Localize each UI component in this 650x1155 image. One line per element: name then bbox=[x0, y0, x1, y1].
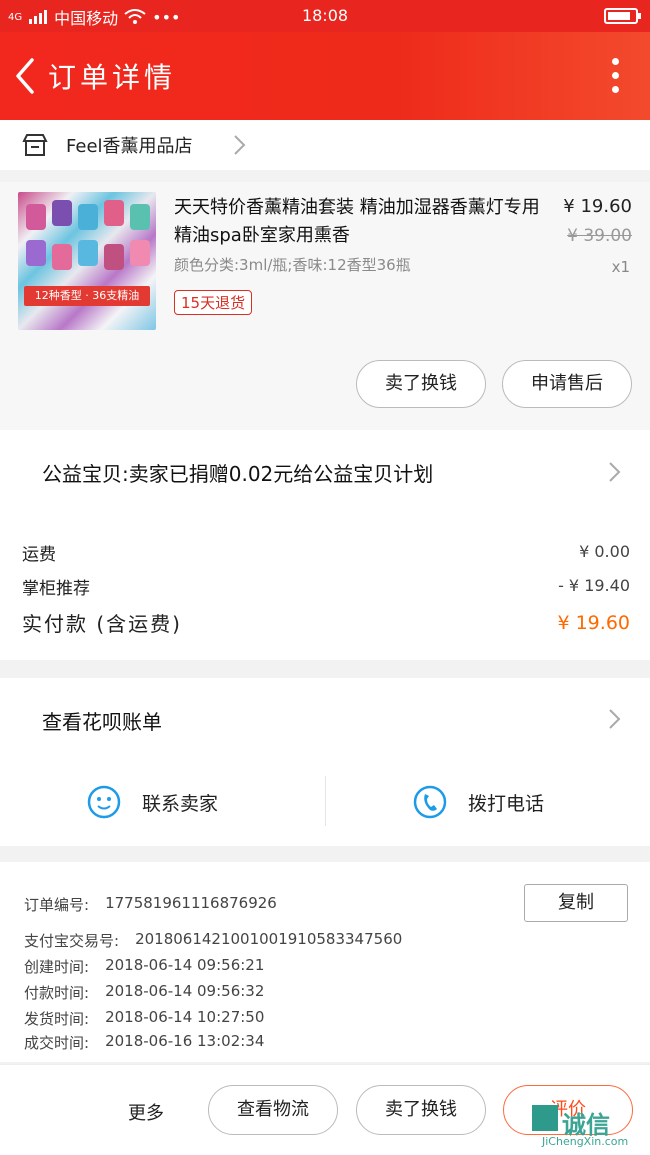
product-title[interactable]: 天天特价香薰精油套装 精油加湿器香薰灯专用精油spa卧室家用熏香 bbox=[174, 194, 554, 250]
product-spec: 颜色分类:3ml/瓶;香味:12香型36瓶 bbox=[174, 256, 411, 274]
paid-label: 实付款 (含运费) bbox=[22, 612, 182, 636]
order-number-row: 订单编号: 177581961116876926 bbox=[24, 894, 277, 915]
created-time-row: 创建时间: 2018-06-14 09:56:21 bbox=[24, 956, 264, 977]
phone-icon bbox=[413, 785, 447, 819]
watermark: 诚信 JiChengXin.com bbox=[532, 1105, 644, 1153]
order-info-section: 订单编号: 177581961116876926 复制 支付宝交易号: 2018… bbox=[0, 862, 650, 1062]
chat-icon bbox=[87, 785, 121, 819]
shipped-time-label: 发货时间: bbox=[24, 1010, 90, 1028]
page-title: 订单详情 bbox=[48, 61, 177, 94]
product-price: ¥ 19.60 bbox=[563, 196, 632, 217]
shipped-time-row: 发货时间: 2018-06-14 10:27:50 bbox=[24, 1008, 264, 1029]
alipay-trade-label: 支付宝交易号: bbox=[24, 932, 120, 950]
shipping-value: ¥ 0.00 bbox=[579, 542, 630, 561]
more-menu-icon[interactable] bbox=[612, 58, 620, 94]
charity-text[interactable]: 公益宝贝:卖家已捐赠0.02元给公益宝贝计划 bbox=[42, 458, 433, 487]
watermark-logo bbox=[532, 1105, 558, 1131]
discount-label: 掌柜推荐 bbox=[22, 579, 90, 599]
chevron-right-icon bbox=[234, 135, 246, 155]
battery-icon bbox=[604, 8, 641, 24]
bottom-action-bar: 更多 查看物流 卖了换钱 评价 诚信 JiChengXin.com bbox=[0, 1064, 650, 1155]
alipay-trade-row: 支付宝交易号: 2018061421001001910583347560 bbox=[24, 930, 402, 951]
call-label: 拨打电话 bbox=[468, 792, 545, 815]
watermark-url: JiChengXin.com bbox=[542, 1135, 629, 1148]
order-number-label: 订单编号: bbox=[24, 896, 90, 914]
shipping-label: 运费 bbox=[22, 545, 56, 565]
order-number-value: 177581961116876926 bbox=[105, 894, 277, 912]
product-original-price: ¥ 39.00 bbox=[567, 226, 632, 246]
paid-time-value: 2018-06-14 09:56:32 bbox=[105, 982, 265, 1000]
chevron-right-icon[interactable] bbox=[608, 707, 622, 731]
created-time-label: 创建时间: bbox=[24, 958, 90, 976]
completed-time-value: 2018-06-16 13:02:34 bbox=[105, 1032, 265, 1050]
created-time-value: 2018-06-14 09:56:21 bbox=[105, 956, 265, 974]
return-policy-badge: 15天退货 bbox=[174, 290, 253, 315]
resell-button[interactable]: 卖了换钱 bbox=[356, 360, 486, 408]
completed-time-label: 成交时间: bbox=[24, 1034, 90, 1052]
chevron-right-icon[interactable] bbox=[608, 460, 622, 484]
product-card[interactable]: 12种香型 · 36支精油 天天特价香薰精油套装 精油加湿器香薰灯专用精油spa… bbox=[0, 182, 650, 430]
store-row[interactable]: Feel香薰用品店 bbox=[0, 120, 650, 170]
nav-header: 订单详情 bbox=[0, 32, 650, 120]
contact-seller-label: 联系卖家 bbox=[142, 792, 219, 815]
back-icon[interactable] bbox=[10, 56, 50, 96]
after-sale-button[interactable]: 申请售后 bbox=[502, 360, 632, 408]
copy-button[interactable]: 复制 bbox=[524, 884, 628, 922]
shipped-time-value: 2018-06-14 10:27:50 bbox=[105, 1008, 265, 1026]
discount-value: - ¥ 19.40 bbox=[558, 576, 630, 595]
alipay-trade-value: 2018061421001001910583347560 bbox=[135, 930, 403, 948]
huabei-bill-link[interactable]: 查看花呗账单 bbox=[42, 706, 162, 735]
store-name: Feel香薰用品店 bbox=[66, 136, 193, 157]
paid-time-row: 付款时间: 2018-06-14 09:56:32 bbox=[24, 982, 264, 1003]
paid-value: ¥ 19.60 bbox=[557, 612, 630, 634]
call-button[interactable]: 拨打电话 bbox=[412, 784, 544, 820]
more-button[interactable]: 更多 bbox=[128, 1099, 164, 1125]
product-thumbnail[interactable]: 12种香型 · 36支精油 bbox=[18, 192, 156, 330]
product-quantity: x1 bbox=[611, 258, 630, 276]
view-logistics-button[interactable]: 查看物流 bbox=[208, 1085, 338, 1135]
status-bar: 4G 中国移动 ••• 18:08 bbox=[0, 0, 650, 32]
charity-summary-section: 公益宝贝:卖家已捐赠0.02元给公益宝贝计划 运费 ¥ 0.00 掌柜推荐 - … bbox=[0, 430, 650, 660]
resell-bottom-button[interactable]: 卖了换钱 bbox=[356, 1085, 486, 1135]
divider bbox=[325, 776, 326, 826]
contact-seller-button[interactable]: 联系卖家 bbox=[86, 784, 218, 820]
huabei-contact-section: 查看花呗账单 联系卖家 拨打电话 bbox=[0, 678, 650, 846]
completed-time-row: 成交时间: 2018-06-16 13:02:34 bbox=[24, 1032, 264, 1053]
thumbnail-caption: 12种香型 · 36支精油 bbox=[24, 286, 150, 306]
clock: 18:08 bbox=[301, 6, 349, 25]
store-icon bbox=[22, 134, 48, 156]
paid-time-label: 付款时间: bbox=[24, 984, 90, 1002]
